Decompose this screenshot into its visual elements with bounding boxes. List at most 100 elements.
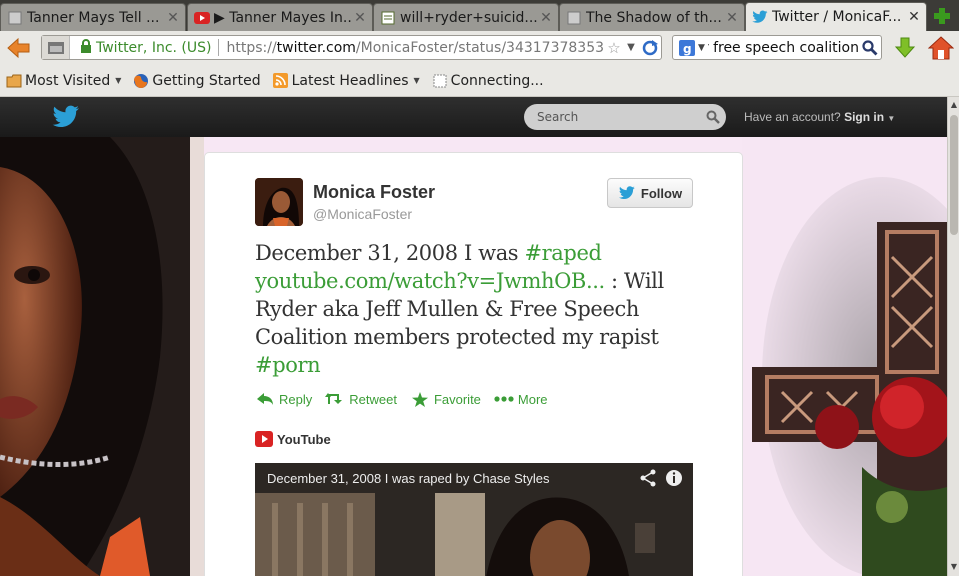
tweet-author-handle[interactable]: @MonicaFoster [313, 206, 412, 222]
address-bar[interactable]: Twitter, Inc. (US) https://twitter.com/M… [41, 35, 662, 60]
reload-button[interactable] [639, 36, 661, 59]
back-button[interactable] [4, 35, 32, 61]
bookmark-label: Most Visited [25, 72, 111, 89]
twitter-bird-icon [752, 9, 768, 25]
close-icon[interactable]: ✕ [724, 10, 740, 26]
bookmark-connecting[interactable]: Connecting... [432, 73, 544, 89]
tab-label: The Shadow of th... [586, 9, 722, 26]
bookmark-getting-started[interactable]: Getting Started [133, 72, 261, 89]
downloads-button[interactable] [893, 36, 917, 60]
folder-icon [6, 73, 22, 89]
site-identity-label: Twitter, Inc. (US) [96, 39, 212, 56]
info-icon[interactable] [665, 469, 683, 487]
account-prompt-text: Have an account? [744, 110, 841, 124]
back-arrow-icon [7, 37, 30, 59]
tweet-actions: Reply Retweet Favorite More [255, 391, 561, 407]
favorite-label: Favorite [433, 391, 481, 407]
svg-text:g: g [683, 42, 692, 56]
url-text[interactable]: https://twitter.com/MonicaFoster/status/… [226, 40, 605, 56]
avatar[interactable] [255, 178, 303, 226]
tab-label: Tanner Mays Tell ... [27, 9, 160, 26]
bookmark-label: Connecting... [450, 72, 544, 89]
hashtag-link[interactable]: #raped [524, 241, 601, 265]
reply-icon [255, 391, 275, 407]
twitter-bird-icon[interactable] [52, 105, 80, 129]
document-icon [380, 10, 396, 26]
tab-tanner-mays-tell[interactable]: Tanner Mays Tell ... ✕ [0, 3, 186, 31]
youtube-link[interactable]: youtube.com/watch?v=JwmhOB... [255, 269, 605, 293]
close-icon[interactable]: ✕ [906, 9, 922, 25]
lock-icon [80, 38, 92, 57]
media-source-label: YouTube [277, 431, 331, 447]
tab-strip: Tanner Mays Tell ... ✕ ▶ Tanner Mayes In… [0, 0, 959, 31]
more-label: More [517, 391, 548, 407]
youtube-video-embed[interactable]: December 31, 2008 I was raped by Chase S… [255, 463, 693, 576]
rss-icon [273, 73, 289, 89]
search-icon[interactable] [700, 110, 726, 124]
tab-label: will+ryder+suicid... [400, 9, 538, 26]
web-page: Search Have an account? Sign in ▼ Monica… [0, 97, 947, 576]
bookmark-latest-headlines[interactable]: Latest Headlines ▼ [273, 73, 420, 89]
retweet-label: Retweet [349, 391, 397, 407]
site-page-icon [47, 41, 64, 54]
firefox-icon [133, 73, 149, 89]
tab-shadow-of-the[interactable]: The Shadow of th... ✕ [559, 3, 745, 31]
history-dropdown-icon[interactable]: ▼ [623, 42, 639, 53]
bookmark-most-visited[interactable]: Most Visited ▼ [6, 73, 121, 89]
share-icon[interactable] [639, 469, 657, 487]
search-input[interactable]: will ryder free speech coalition [708, 40, 859, 56]
search-engine-dropdown-icon[interactable]: ▼ [698, 43, 705, 53]
google-icon[interactable]: g [676, 39, 698, 56]
tweet-card: Monica Foster @MonicaFoster Follow Decem… [204, 152, 743, 576]
magnifier-icon[interactable] [859, 39, 881, 56]
retweet-button[interactable]: Retweet [325, 391, 397, 407]
blank-page-icon [7, 10, 23, 26]
tweet-author-name[interactable]: Monica Foster [313, 182, 435, 203]
close-icon[interactable]: ✕ [352, 10, 368, 26]
hashtag-link[interactable]: #porn [255, 353, 321, 377]
reply-button[interactable]: Reply [255, 391, 312, 407]
site-identity-button[interactable] [42, 36, 70, 59]
more-button[interactable]: More [494, 391, 548, 407]
sign-in-link[interactable]: Sign in [844, 110, 884, 124]
retweet-icon [325, 391, 345, 407]
close-icon[interactable]: ✕ [538, 10, 554, 26]
plus-icon [934, 8, 950, 24]
home-icon [927, 36, 955, 60]
favorite-button[interactable]: Favorite [410, 391, 481, 407]
reply-label: Reply [279, 391, 313, 407]
scrollbar-thumb[interactable] [950, 115, 958, 235]
background-photo-right [742, 137, 947, 576]
tab-will-ryder-suicide[interactable]: will+ryder+suicid... ✕ [373, 3, 559, 31]
bookmarks-toolbar: Most Visited ▼ Getting Started Latest Hea… [0, 65, 959, 97]
close-icon[interactable]: ✕ [165, 10, 181, 26]
twitter-search-input[interactable]: Search [524, 104, 726, 130]
home-button[interactable] [927, 35, 955, 61]
reload-icon [642, 39, 658, 55]
account-prompt: Have an account? Sign in ▼ [744, 110, 895, 124]
scroll-up-arrow-icon[interactable]: ▲ [948, 97, 959, 111]
chevron-down-icon[interactable]: ▼ [887, 114, 895, 123]
navigation-toolbar: Twitter, Inc. (US) https://twitter.com/M… [0, 31, 959, 65]
blank-page-icon [432, 73, 448, 89]
chevron-down-icon: ▼ [115, 76, 122, 85]
video-title[interactable]: December 31, 2008 I was raped by Chase S… [267, 471, 550, 486]
background-photo-left [0, 137, 204, 576]
scroll-down-arrow-icon[interactable]: ▼ [948, 559, 959, 573]
search-bar[interactable]: g ▼ will ryder free speech coalition [672, 35, 882, 60]
twitter-top-bar: Search Have an account? Sign in ▼ [0, 97, 947, 137]
tab-twitter-monicafoster[interactable]: Twitter / MonicaF... ✕ [745, 2, 927, 31]
bookmark-star-icon[interactable]: ☆ [605, 39, 623, 57]
blank-page-icon [566, 10, 582, 26]
follow-label: Follow [640, 185, 683, 201]
tab-tanner-mayes-youtube[interactable]: ▶ Tanner Mayes In... ✕ [187, 3, 373, 31]
follow-button[interactable]: Follow [607, 178, 693, 208]
chevron-down-icon: ▼ [413, 76, 420, 85]
tab-label: ▶ Tanner Mayes In... [214, 9, 352, 26]
youtube-icon [194, 10, 210, 26]
vertical-scrollbar[interactable]: ▲ ▼ [947, 97, 959, 576]
new-tab-button[interactable] [932, 6, 952, 26]
tab-label: Twitter / MonicaF... [772, 9, 902, 25]
bookmark-label: Getting Started [152, 72, 261, 89]
search-placeholder: Search [537, 110, 579, 124]
